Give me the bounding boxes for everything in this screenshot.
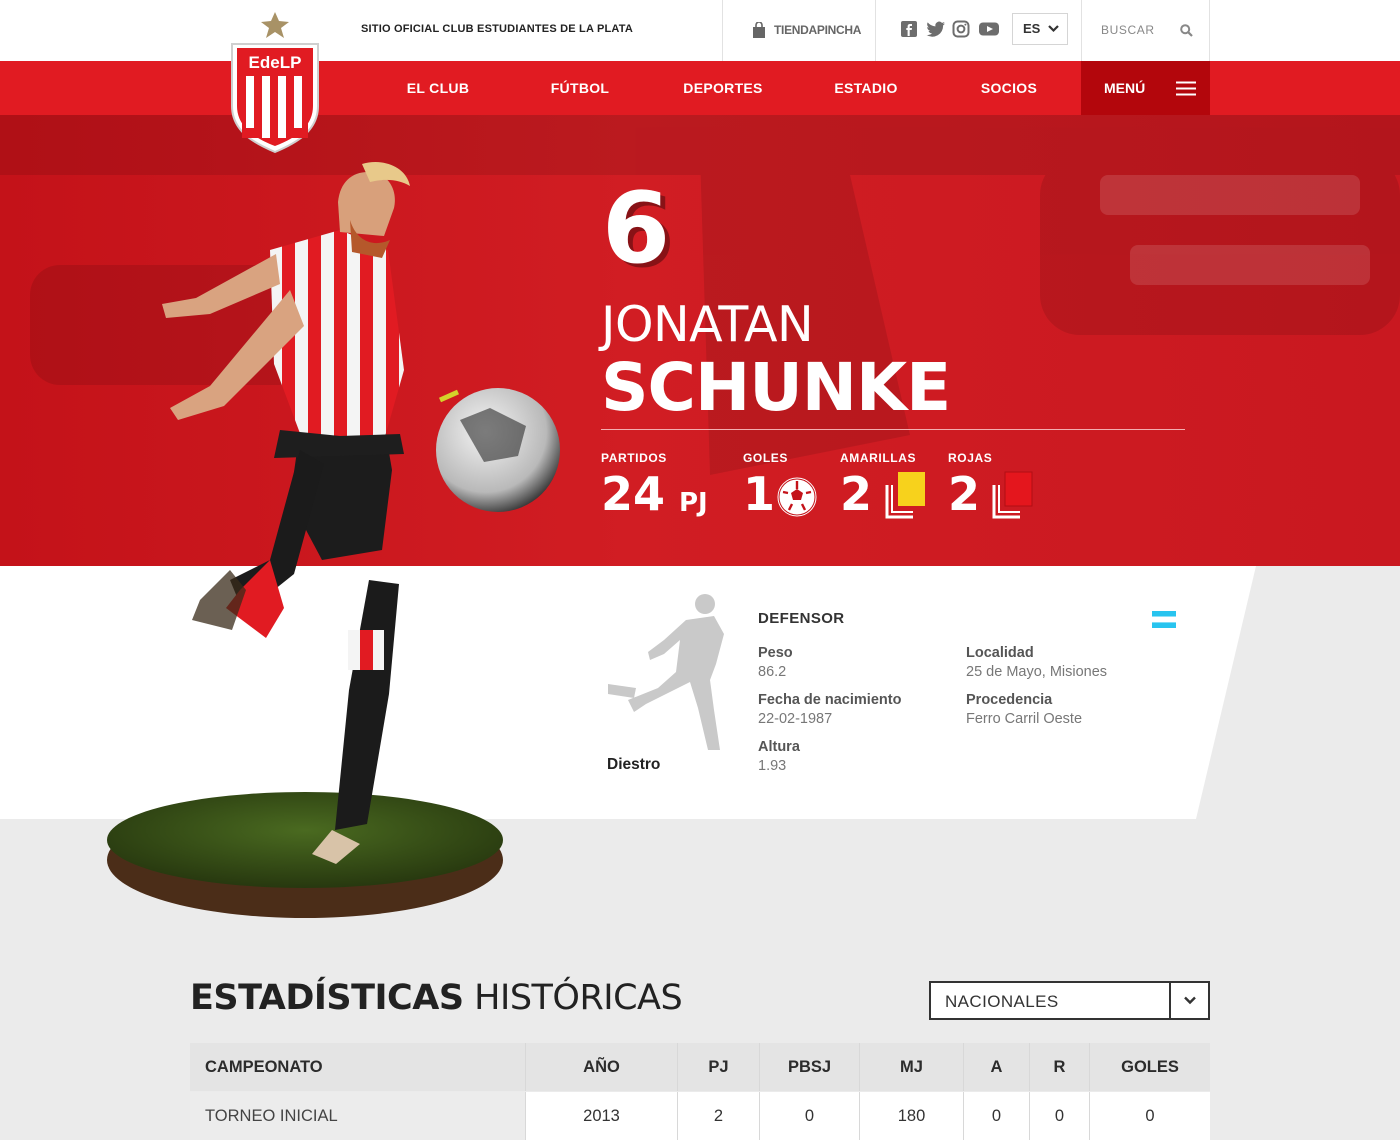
player-foot: Diestro: [607, 756, 661, 773]
cell-mj: 180: [860, 1092, 964, 1140]
cell-pbsj: 0: [760, 1092, 860, 1140]
select-button[interactable]: [1169, 983, 1208, 1018]
peso-label: Peso: [758, 645, 793, 661]
chevron-down-icon: [1048, 25, 1059, 33]
shop-label: TIENDAPINCHA: [774, 23, 862, 37]
language-value: ES: [1023, 21, 1041, 36]
altura-value: 1.93: [758, 758, 787, 774]
argentina-flag-icon: [1152, 611, 1176, 628]
stat-partidos-unit: PJ: [679, 488, 708, 518]
chevron-down-icon: [1184, 996, 1196, 1005]
nav-item-el-club[interactable]: EL CLUB: [393, 80, 483, 96]
stat-rojas-value: 2: [948, 467, 981, 521]
menu-label: MENÚ: [1104, 80, 1146, 96]
menu-button[interactable]: MENÚ: [1081, 61, 1210, 115]
language-select[interactable]: ES: [1012, 13, 1068, 45]
player-position: DEFENSOR: [758, 610, 845, 627]
procedencia-value: Ferro Carril Oeste: [966, 711, 1083, 727]
col-pbsj[interactable]: PBSJ: [760, 1043, 860, 1091]
col-a[interactable]: A: [964, 1043, 1030, 1091]
stat-partidos-value: 24: [601, 467, 666, 521]
nav-item-futbol[interactable]: FÚTBOL: [535, 80, 625, 96]
divider: [1209, 0, 1210, 61]
cell-ano: 2013: [526, 1092, 678, 1140]
cell-r: 0: [1030, 1092, 1090, 1140]
peso-value: 86.2: [758, 664, 787, 680]
cell-campeonato: TORNEO INICIAL: [190, 1092, 526, 1140]
twitter-icon[interactable]: [926, 20, 945, 38]
history-title-light: HISTÓRICAS: [474, 978, 683, 1018]
divider: [1081, 0, 1082, 61]
col-ano[interactable]: AÑO: [526, 1043, 678, 1091]
localidad-value: 25 de Mayo, Misiones: [966, 664, 1108, 680]
col-r[interactable]: R: [1030, 1043, 1090, 1091]
youtube-icon[interactable]: [978, 20, 1000, 38]
divider: [722, 0, 723, 61]
search-label[interactable]: BUSCAR: [1101, 23, 1155, 37]
nav-item-socios[interactable]: SOCIOS: [965, 80, 1053, 96]
table-header-row: CAMPEONATO AÑO PJ PBSJ MJ A R GOLES: [190, 1043, 1210, 1091]
history-title: ESTADÍSTICAS HISTÓRICAS: [190, 978, 683, 1018]
red-card-icon: [992, 471, 1033, 519]
stat-amarillas-label: AMARILLAS: [840, 451, 917, 465]
hamburger-icon: [1176, 81, 1196, 96]
stat-rojas-label: ROJAS: [948, 451, 993, 465]
nacimiento-value: 22-02-1987: [758, 711, 833, 727]
player-number: 6: [602, 172, 671, 286]
stat-partidos-label: PARTIDOS: [601, 451, 667, 465]
player-photo: [107, 162, 560, 918]
col-goles[interactable]: GOLES: [1090, 1043, 1210, 1091]
table-row: TORNEO INICIAL 2013 2 0 180 0 0 0: [190, 1092, 1210, 1140]
col-mj[interactable]: MJ: [860, 1043, 964, 1091]
history-title-bold: ESTADÍSTICAS: [190, 978, 464, 1018]
instagram-icon[interactable]: [952, 20, 970, 38]
player-silhouette-icon: [608, 594, 724, 750]
search-icon[interactable]: [1180, 24, 1193, 37]
shop-link[interactable]: TIENDAPINCHA: [752, 20, 861, 40]
procedencia-label: Procedencia: [966, 692, 1053, 708]
col-pj[interactable]: PJ: [678, 1043, 760, 1091]
name-divider: [601, 429, 1185, 430]
nav-item-estadio[interactable]: ESTADIO: [820, 80, 912, 96]
col-campeonato[interactable]: CAMPEONATO: [190, 1043, 526, 1091]
club-logo[interactable]: EdeLP: [226, 10, 324, 156]
stat-goles-label: GOLES: [743, 451, 789, 465]
cell-pj: 2: [678, 1092, 760, 1140]
nacimiento-label: Fecha de nacimiento: [758, 692, 902, 708]
competition-select[interactable]: NACIONALES: [929, 981, 1210, 1020]
yellow-card-icon: [885, 472, 925, 519]
stat-amarillas-value: 2: [840, 467, 873, 521]
altura-label: Altura: [758, 739, 800, 755]
divider: [875, 0, 876, 61]
competition-select-value: NACIONALES: [945, 992, 1059, 1011]
soccer-ball-icon: [777, 477, 817, 517]
facebook-icon[interactable]: [900, 20, 918, 38]
nav-item-deportes[interactable]: DEPORTES: [673, 80, 773, 96]
site-label: SITIO OFICIAL CLUB ESTUDIANTES DE LA PLA…: [361, 23, 633, 35]
logo-text: EdeLP: [249, 53, 302, 72]
shopping-bag-icon: [753, 21, 765, 38]
cell-goles: 0: [1090, 1092, 1210, 1140]
stat-goles-value: 1: [743, 467, 776, 521]
cell-a: 0: [964, 1092, 1030, 1140]
player-last-name: SCHUNKE: [601, 349, 951, 426]
social-links: [900, 20, 1000, 38]
player-first-name: JONATAN: [601, 296, 814, 353]
top-bar: SITIO OFICIAL CLUB ESTUDIANTES DE LA PLA…: [0, 0, 1400, 61]
localidad-label: Localidad: [966, 645, 1034, 661]
